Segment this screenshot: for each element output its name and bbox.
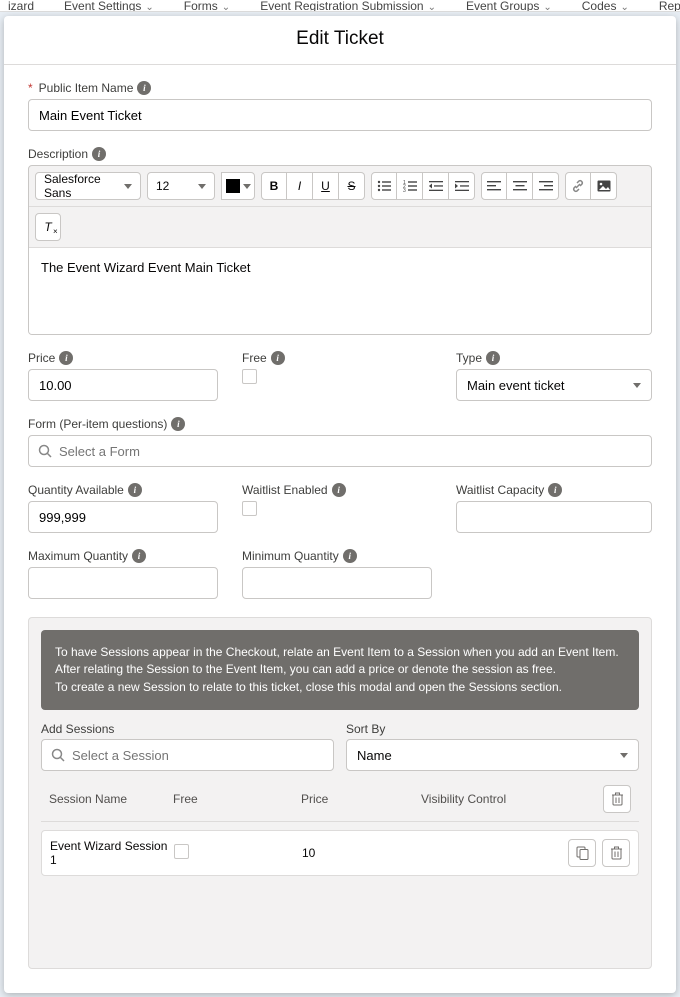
chevron-down-icon: ⌄ (145, 2, 153, 13)
font-size-select[interactable]: 12 (147, 172, 215, 200)
svg-text:3: 3 (403, 188, 406, 192)
copy-icon (576, 846, 589, 860)
italic-button[interactable]: I (287, 172, 313, 200)
clear-formatting-button[interactable]: T× (35, 213, 61, 241)
info-icon[interactable]: i (59, 351, 73, 365)
info-icon[interactable]: i (271, 351, 285, 365)
chevron-down-icon: ⌄ (620, 2, 628, 13)
col-visibility: Visibility Control (421, 792, 555, 806)
align-right-button[interactable] (533, 172, 559, 200)
col-price: Price (301, 792, 421, 806)
add-sessions-label: Add Sessions (41, 722, 334, 736)
chevron-down-icon (243, 184, 251, 189)
free-checkbox[interactable] (242, 369, 257, 384)
chevron-down-icon (633, 383, 641, 388)
minimum-quantity-input[interactable] (242, 567, 432, 599)
indent-button[interactable] (449, 172, 475, 200)
info-icon[interactable]: i (548, 483, 562, 497)
image-button[interactable] (591, 172, 617, 200)
delete-all-button[interactable] (603, 785, 631, 813)
maximum-quantity-label: Maximum Quantity i (28, 549, 224, 563)
chevron-down-icon: ⌄ (543, 2, 551, 13)
chevron-down-icon (198, 184, 206, 189)
modal-title: Edit Ticket (4, 16, 676, 65)
bulleted-list-button[interactable] (371, 172, 397, 200)
info-icon[interactable]: i (132, 549, 146, 563)
session-row-price: 10 (302, 846, 422, 860)
trash-icon (610, 846, 623, 860)
session-row: Event Wizard Session 1 10 (41, 830, 639, 876)
col-free: Free (173, 792, 301, 806)
info-icon[interactable]: i (171, 417, 185, 431)
form-label: Form (Per-item questions) i (28, 417, 652, 431)
add-sessions-input[interactable] (41, 739, 334, 771)
session-row-name: Event Wizard Session 1 (46, 839, 174, 867)
chevron-down-icon: ⌄ (428, 2, 436, 13)
type-select[interactable]: Main event ticket (456, 369, 652, 401)
waitlist-enabled-label: Waitlist Enabled i (242, 483, 438, 497)
public-item-name-input[interactable] (28, 99, 652, 131)
search-icon (38, 444, 52, 458)
chevron-down-icon: ⌄ (222, 2, 230, 13)
link-button[interactable] (565, 172, 591, 200)
outdent-button[interactable] (423, 172, 449, 200)
info-icon[interactable]: i (332, 483, 346, 497)
info-icon[interactable]: i (92, 147, 106, 161)
chevron-down-icon (124, 184, 132, 189)
info-icon[interactable]: i (343, 549, 357, 563)
public-item-name-label: *Public Item Name i (28, 81, 652, 95)
info-icon[interactable]: i (486, 351, 500, 365)
description-label: Description i (28, 147, 652, 161)
rich-text-editor: Salesforce Sans 12 B I (28, 165, 652, 335)
text-color-button[interactable] (221, 172, 255, 200)
sort-by-label: Sort By (346, 722, 639, 736)
minimum-quantity-label: Minimum Quantity i (242, 549, 438, 563)
sessions-table-header: Session Name Free Price Visibility Contr… (41, 777, 639, 822)
col-session-name: Session Name (45, 792, 173, 806)
quantity-available-input[interactable] (28, 501, 218, 533)
waitlist-capacity-label: Waitlist Capacity i (456, 483, 652, 497)
waitlist-capacity-input[interactable] (456, 501, 652, 533)
background-nav: izard Event Settings⌄ Forms⌄ Event Regis… (0, 0, 680, 12)
font-family-select[interactable]: Salesforce Sans (35, 172, 141, 200)
session-row-free-checkbox[interactable] (174, 844, 189, 859)
bold-button[interactable]: B (261, 172, 287, 200)
free-label: Free i (242, 351, 438, 365)
strikethrough-button[interactable]: S (339, 172, 365, 200)
info-icon[interactable]: i (137, 81, 151, 95)
description-textarea[interactable]: The Event Wizard Event Main Ticket (29, 248, 651, 334)
sort-by-select[interactable]: Name (346, 739, 639, 771)
info-icon[interactable]: i (128, 483, 142, 497)
align-left-button[interactable] (481, 172, 507, 200)
sessions-card: To have Sessions appear in the Checkout,… (28, 617, 652, 969)
align-center-button[interactable] (507, 172, 533, 200)
numbered-list-button[interactable]: 123 (397, 172, 423, 200)
sessions-help-text: To have Sessions appear in the Checkout,… (41, 630, 639, 710)
form-select-input[interactable] (28, 435, 652, 467)
price-input[interactable] (28, 369, 218, 401)
waitlist-enabled-checkbox[interactable] (242, 501, 257, 516)
copy-session-button[interactable] (568, 839, 596, 867)
edit-ticket-modal: Edit Ticket *Public Item Name i Descript… (4, 16, 676, 993)
price-label: Price i (28, 351, 224, 365)
chevron-down-icon (620, 753, 628, 758)
quantity-available-label: Quantity Available i (28, 483, 224, 497)
maximum-quantity-input[interactable] (28, 567, 218, 599)
type-label: Type i (456, 351, 652, 365)
search-icon (51, 748, 65, 762)
underline-button[interactable]: U (313, 172, 339, 200)
trash-icon (611, 792, 624, 806)
delete-session-button[interactable] (602, 839, 630, 867)
